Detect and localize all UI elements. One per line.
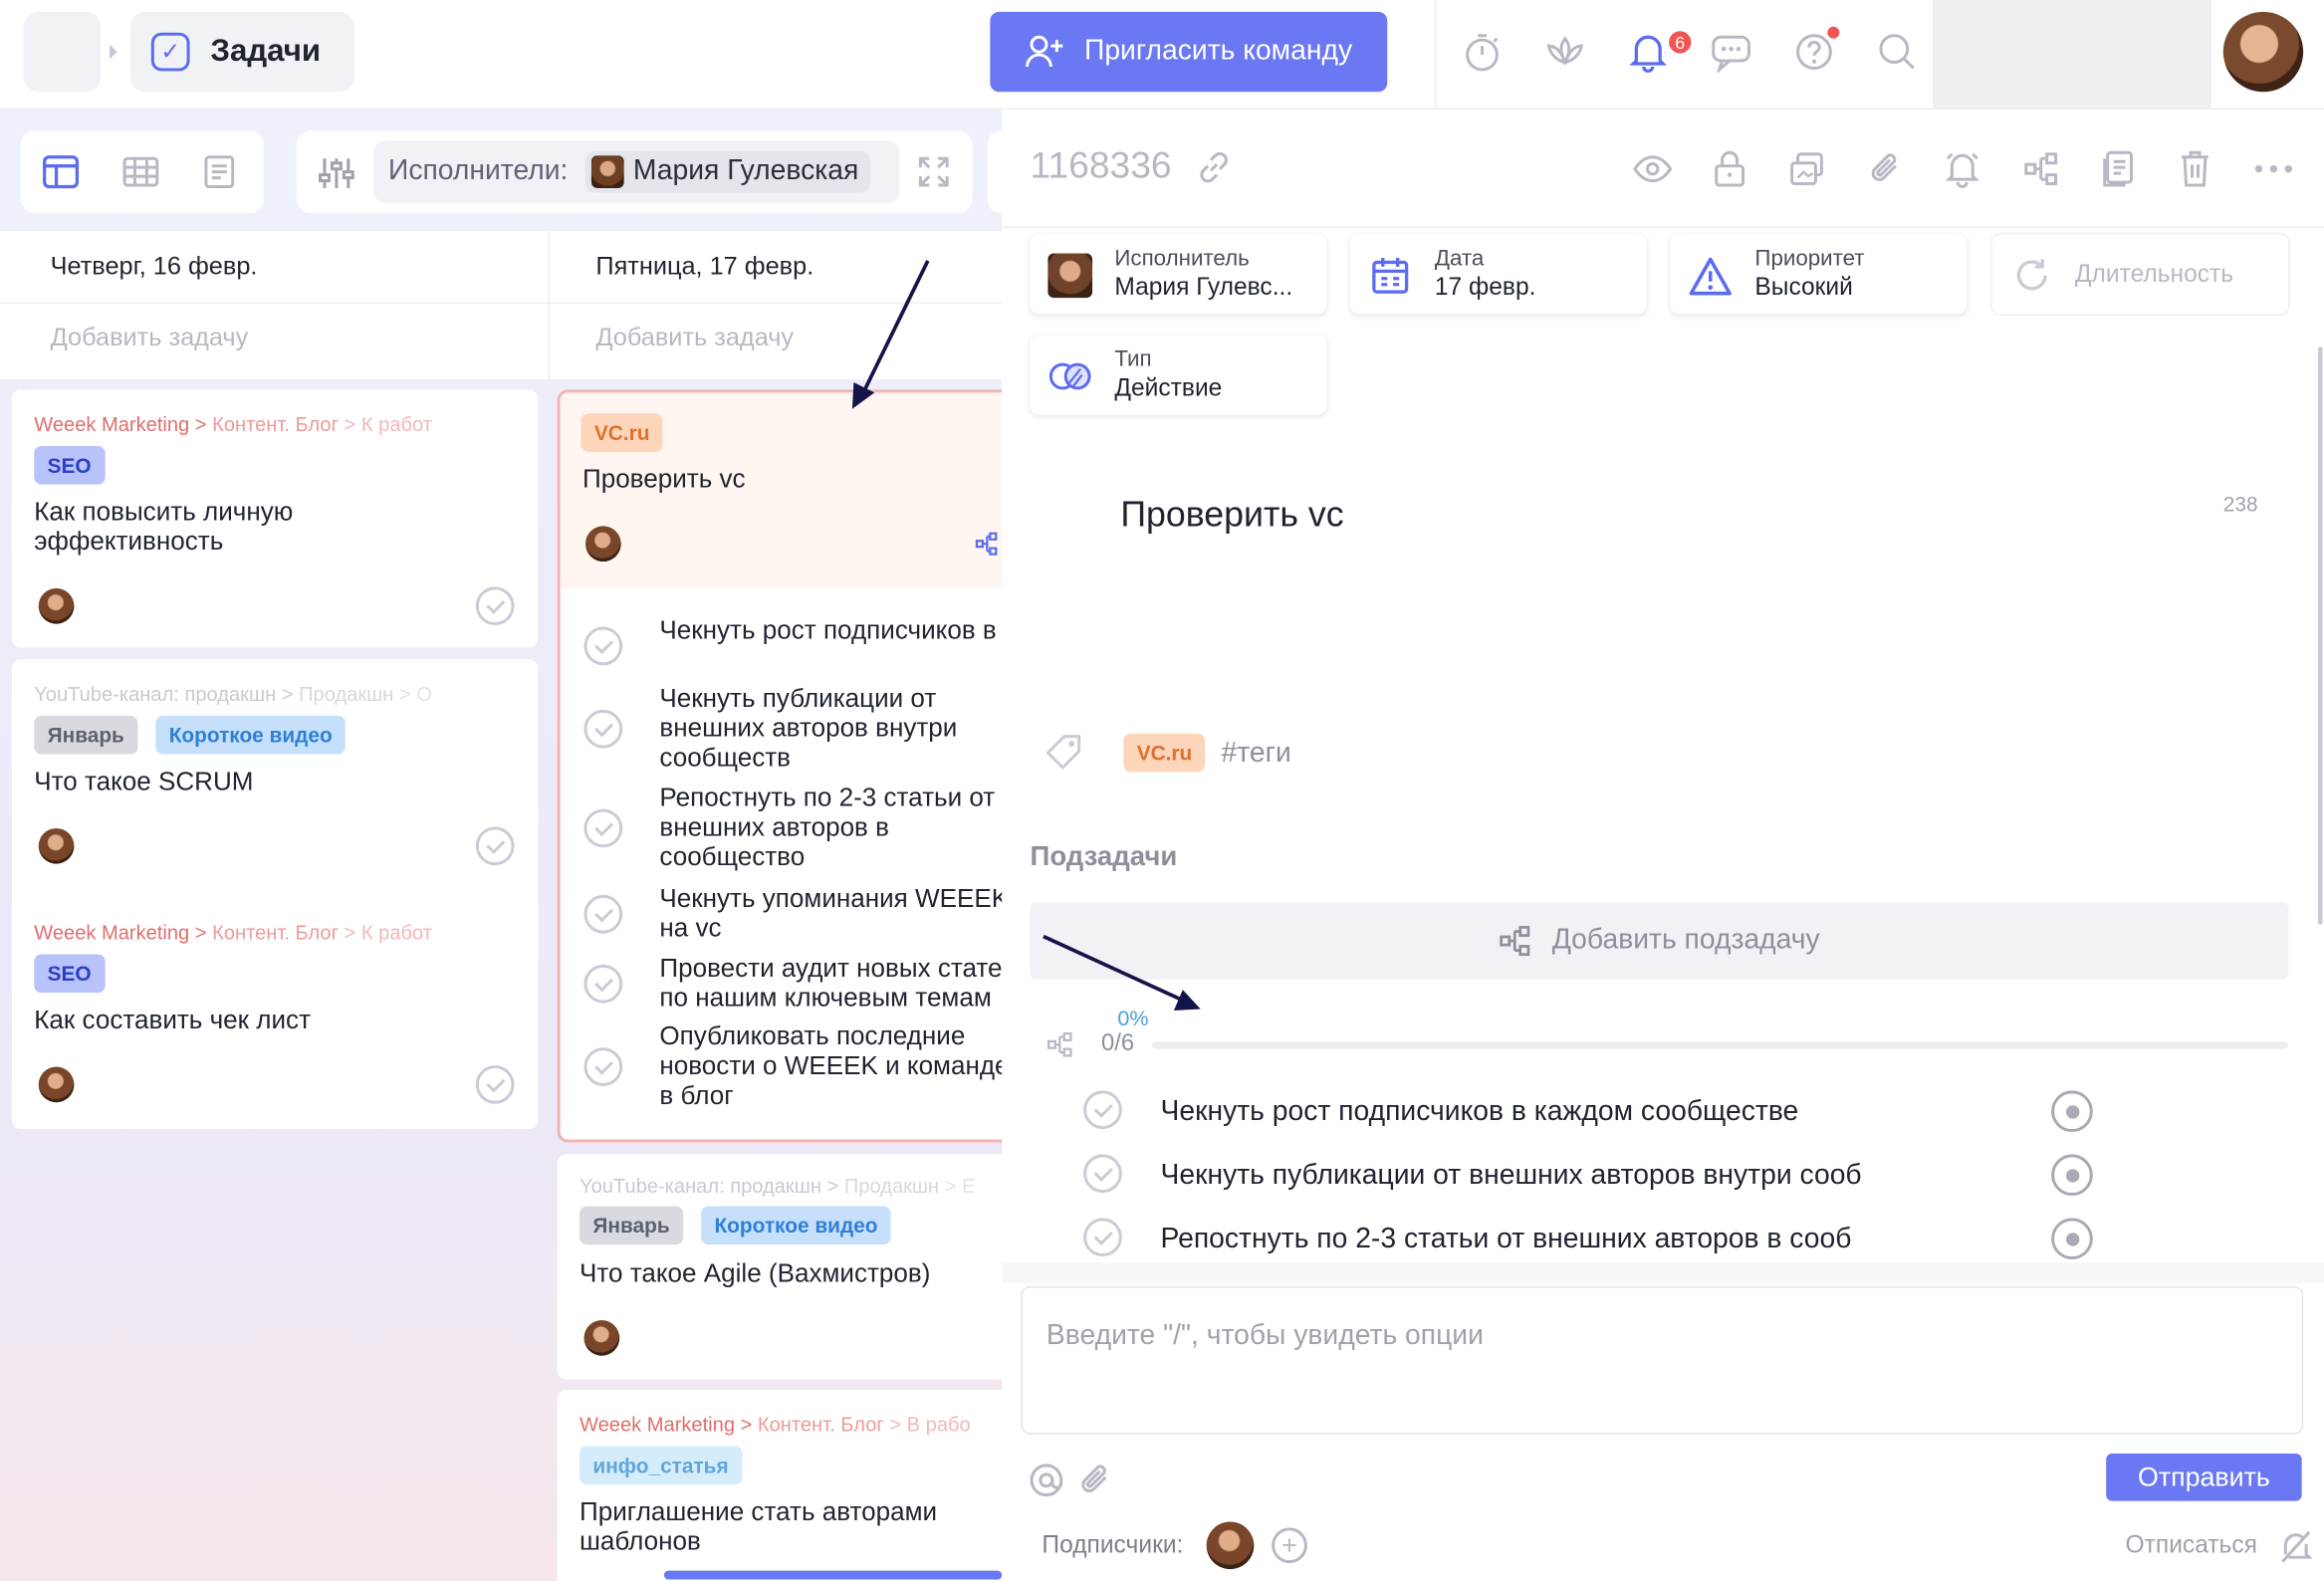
annotation-arrows (851, 260, 1201, 1012)
annotation-arrow (851, 260, 930, 409)
annotation-arrow (1043, 934, 1201, 1012)
